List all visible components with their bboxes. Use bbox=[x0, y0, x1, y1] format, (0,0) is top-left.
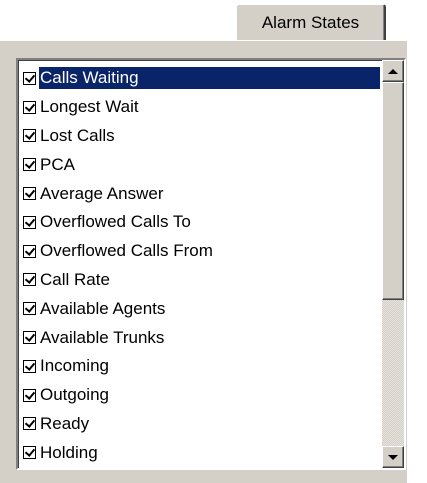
list-item-label: Ready bbox=[40, 413, 90, 433]
list-item-label: Call Rate bbox=[40, 269, 110, 289]
list-item[interactable]: Incoming bbox=[21, 352, 380, 381]
arrow-down-icon bbox=[388, 454, 398, 460]
list-item-label: Outgoing bbox=[40, 385, 109, 405]
list-item-label: Available Trunks bbox=[40, 327, 165, 347]
list-item[interactable]: Call Rate bbox=[21, 266, 380, 295]
list-item[interactable]: Ready bbox=[21, 410, 380, 439]
checkbox[interactable] bbox=[23, 359, 36, 373]
list-items: Calls Waiting Longest Wait Lost Calls PC… bbox=[21, 64, 380, 468]
checkbox[interactable] bbox=[23, 100, 36, 114]
checkbox[interactable] bbox=[23, 129, 36, 143]
checkbox[interactable] bbox=[23, 71, 36, 85]
checkbox[interactable] bbox=[23, 417, 36, 431]
checkbox[interactable] bbox=[23, 244, 36, 258]
checkbox[interactable] bbox=[23, 215, 36, 229]
alarm-states-dialog: Alarm States Calls Waiting Longest Wait … bbox=[0, 0, 427, 483]
list-item[interactable]: Available Trunks bbox=[21, 323, 380, 352]
checkbox[interactable] bbox=[23, 158, 36, 172]
list-item[interactable]: Longest Wait bbox=[21, 93, 380, 122]
tab-label: Alarm States bbox=[261, 12, 360, 32]
list-item[interactable]: Overflowed Calls From bbox=[21, 237, 380, 266]
checkbox[interactable] bbox=[23, 273, 36, 287]
list-item-label: Lost Calls bbox=[40, 125, 115, 145]
vertical-scrollbar[interactable] bbox=[382, 60, 404, 468]
arrow-up-icon bbox=[388, 68, 398, 74]
list-item[interactable]: Holding bbox=[21, 438, 380, 467]
list-item[interactable]: Outgoing bbox=[21, 381, 380, 410]
checkbox[interactable] bbox=[23, 302, 36, 316]
list-item-label: Overflowed Calls To bbox=[40, 212, 191, 232]
tab-alarm-states[interactable]: Alarm States bbox=[236, 4, 386, 40]
alarm-states-listbox[interactable]: Calls Waiting Longest Wait Lost Calls PC… bbox=[16, 58, 406, 470]
checkbox[interactable] bbox=[23, 388, 36, 402]
list-item-label: PCA bbox=[40, 154, 75, 174]
list-item[interactable]: Calls Waiting bbox=[21, 64, 380, 93]
checkbox[interactable] bbox=[23, 446, 36, 460]
list-item[interactable]: PCA bbox=[21, 150, 380, 179]
list-item-label: Overflowed Calls From bbox=[40, 241, 213, 261]
list-item[interactable]: Lost Calls bbox=[21, 122, 380, 151]
list-item-label: Average Answer bbox=[40, 183, 164, 203]
checkbox[interactable] bbox=[23, 331, 36, 345]
list-item[interactable]: Overflowed Calls To bbox=[21, 208, 380, 237]
scroll-up-button[interactable] bbox=[382, 60, 404, 82]
list-item-label: Calls Waiting bbox=[39, 67, 380, 90]
checkbox[interactable] bbox=[23, 187, 36, 201]
scroll-down-button[interactable] bbox=[382, 446, 404, 468]
list-item-label: Available Agents bbox=[40, 298, 166, 318]
list-item-label: Longest Wait bbox=[40, 97, 139, 117]
list-item[interactable]: Average Answer bbox=[21, 179, 380, 208]
list-item-label: Holding bbox=[40, 442, 98, 462]
list-item[interactable]: Available Agents bbox=[21, 294, 380, 323]
list-item-label: Incoming bbox=[40, 356, 109, 376]
scrollbar-thumb[interactable] bbox=[382, 82, 404, 300]
